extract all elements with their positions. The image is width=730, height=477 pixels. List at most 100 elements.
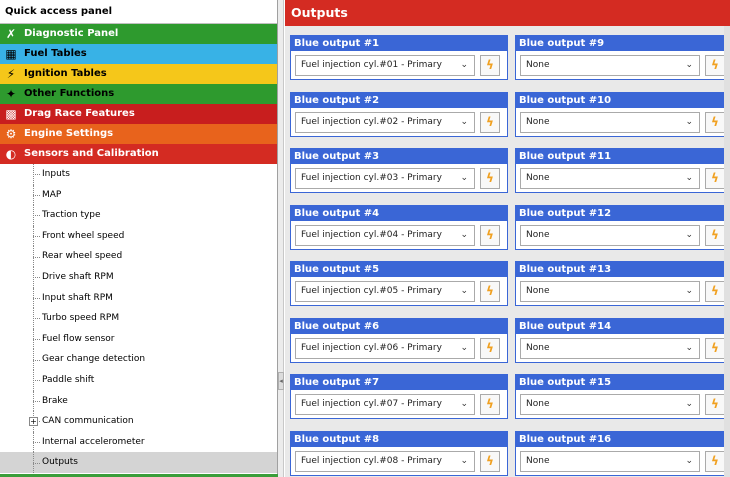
category-sensors-and-calibration[interactable]: ◐ Sensors and Calibration (0, 144, 277, 164)
test-output-button[interactable]: ϟ (480, 394, 500, 415)
output-title: Blue output #1 (291, 36, 507, 51)
lightning-icon: ϟ (711, 340, 719, 355)
test-output-button[interactable]: ϟ (705, 224, 725, 246)
output-group: Blue output #16 None ⌄ ϟ (515, 430, 730, 476)
chevron-down-icon: ⌄ (460, 455, 468, 466)
tree-item-input-shaft-rpm[interactable]: Input shaft RPM (0, 287, 277, 309)
output-function-select[interactable]: Fuel injection cyl.#06 - Primary ⌄ (295, 337, 475, 359)
lightning-icon: ϟ (486, 227, 494, 242)
diagnostic-icon: ✗ (5, 27, 17, 41)
chevron-down-icon: ⌄ (685, 342, 693, 353)
test-output-button[interactable]: ϟ (705, 281, 725, 302)
category-other-functions[interactable]: ✦ Other Functions (0, 84, 277, 104)
chevron-down-icon: ⌄ (685, 60, 693, 70)
output-function-select[interactable]: None ⌄ (520, 394, 700, 415)
chevron-down-icon: ⌄ (460, 342, 468, 353)
select-value: Fuel injection cyl.#04 - Primary (301, 229, 442, 240)
select-value: None (526, 116, 550, 127)
test-output-button[interactable]: ϟ (705, 337, 725, 359)
select-value: None (526, 229, 550, 240)
tree-item-fuel-flow-sensor[interactable]: Fuel flow sensor (0, 328, 277, 350)
test-output-button[interactable]: ϟ (705, 168, 725, 189)
chevron-down-icon: ⌄ (685, 173, 693, 183)
select-value: None (526, 173, 550, 183)
chevron-down-icon: ⌄ (685, 399, 693, 409)
tree-item-front-wheel-speed[interactable]: Front wheel speed (0, 225, 277, 247)
test-output-button[interactable]: ϟ (705, 111, 725, 133)
fuel-tables-icon: ▦ (5, 47, 17, 61)
output-function-select[interactable]: None ⌄ (520, 337, 700, 359)
output-function-select[interactable]: None ⌄ (520, 224, 700, 246)
page-title: Outputs (285, 0, 730, 26)
category-engine-settings[interactable]: ⚙ Engine Settings (0, 124, 277, 144)
sensors-icon: ◐ (5, 147, 17, 161)
tree-item-rear-wheel-speed[interactable]: Rear wheel speed (0, 246, 277, 267)
tree-item-internal-accelerometer[interactable]: Internal accelerometer (0, 431, 277, 453)
test-output-button[interactable]: ϟ (480, 224, 500, 246)
tree-item-label: Internal accelerometer (42, 436, 145, 447)
test-output-button[interactable]: ϟ (480, 55, 500, 76)
panel-splitter[interactable]: ◂ (278, 0, 284, 477)
tree-item-label: Input shaft RPM (42, 292, 113, 303)
test-output-button[interactable]: ϟ (705, 394, 725, 415)
lightning-icon: ϟ (486, 284, 494, 298)
output-group: Blue output #11 None ⌄ ϟ (515, 148, 730, 193)
output-function-select[interactable]: Fuel injection cyl.#08 - Primary ⌄ (295, 450, 475, 472)
chevron-down-icon: ⌄ (460, 173, 468, 183)
tree-item-traction-type[interactable]: Traction type (0, 205, 277, 226)
output-function-select[interactable]: None ⌄ (520, 55, 700, 76)
category-label: Fuel Tables (24, 48, 87, 59)
tree-item-label: Traction type (42, 210, 101, 221)
output-group: Blue output #15 None ⌄ ϟ (515, 374, 730, 419)
test-output-button[interactable]: ϟ (480, 337, 500, 359)
test-output-button[interactable]: ϟ (705, 55, 725, 76)
category-fuel-tables[interactable]: ▦ Fuel Tables (0, 44, 277, 64)
output-group: Blue output #13 None ⌄ ϟ (515, 261, 730, 306)
expand-icon[interactable]: + (29, 417, 38, 427)
lightning-icon: ϟ (486, 58, 494, 72)
output-function-select[interactable]: None ⌄ (520, 450, 700, 472)
category-label: Ignition Tables (24, 68, 107, 79)
output-function-select[interactable]: Fuel injection cyl.#03 - Primary ⌄ (295, 168, 475, 189)
test-output-button[interactable]: ϟ (480, 450, 500, 472)
tree-item-brake[interactable]: Brake (0, 390, 277, 412)
category-drag-race-features[interactable]: ▩ Drag Race Features (0, 104, 277, 124)
output-title: Blue output #6 (291, 318, 507, 334)
output-function-select[interactable]: None ⌄ (520, 281, 700, 302)
output-function-select[interactable]: Fuel injection cyl.#02 - Primary ⌄ (295, 111, 475, 133)
scrollbar[interactable] (724, 26, 730, 477)
output-title: Blue output #3 (291, 149, 507, 164)
tree-item-outputs[interactable]: Outputs (0, 452, 277, 473)
output-function-select[interactable]: None ⌄ (520, 168, 700, 189)
tree-item-paddle-shift[interactable]: Paddle shift (0, 369, 277, 391)
quick-access-header: Quick access panel (0, 0, 277, 24)
output-function-select[interactable]: Fuel injection cyl.#05 - Primary ⌄ (295, 281, 475, 302)
test-output-button[interactable]: ϟ (480, 281, 500, 302)
test-output-button[interactable]: ϟ (705, 450, 725, 472)
output-function-select[interactable]: Fuel injection cyl.#01 - Primary ⌄ (295, 55, 475, 76)
test-output-button[interactable]: ϟ (480, 168, 500, 189)
output-title: Blue output #15 (516, 375, 730, 390)
tree-item-label: Inputs (42, 169, 70, 179)
select-value: Fuel injection cyl.#08 - Primary (301, 455, 442, 466)
tree-item-drive-shaft-rpm[interactable]: Drive shaft RPM (0, 266, 277, 288)
output-group: Blue output #14 None ⌄ ϟ (515, 317, 730, 363)
tree-item-inputs[interactable]: Inputs (0, 164, 277, 185)
category-ignition-tables[interactable]: ⚡ Ignition Tables (0, 64, 277, 84)
tree-item-map[interactable]: MAP (0, 184, 277, 206)
tree-item-can-communication[interactable]: + CAN communication (0, 411, 277, 432)
output-function-select[interactable]: None ⌄ (520, 111, 700, 133)
test-output-button[interactable]: ϟ (480, 111, 500, 133)
chevron-down-icon: ⌄ (460, 116, 468, 127)
lightning-icon: ϟ (486, 171, 494, 185)
output-function-select[interactable]: Fuel injection cyl.#07 - Primary ⌄ (295, 394, 475, 415)
chevron-down-icon: ⌄ (685, 229, 693, 240)
chevron-down-icon: ⌄ (460, 286, 468, 296)
tree-item-gear-change-detection[interactable]: Gear change detection (0, 349, 277, 370)
tree-item-label: Turbo speed RPM (42, 313, 120, 324)
tree-item-turbo-speed-rpm[interactable]: Turbo speed RPM (0, 308, 277, 329)
output-function-select[interactable]: Fuel injection cyl.#04 - Primary ⌄ (295, 224, 475, 246)
chevron-down-icon: ⌄ (460, 399, 468, 409)
collapse-arrow-icon[interactable]: ◂ (278, 372, 284, 390)
category-diagnostic-panel[interactable]: ✗ Diagnostic Panel (0, 24, 277, 44)
